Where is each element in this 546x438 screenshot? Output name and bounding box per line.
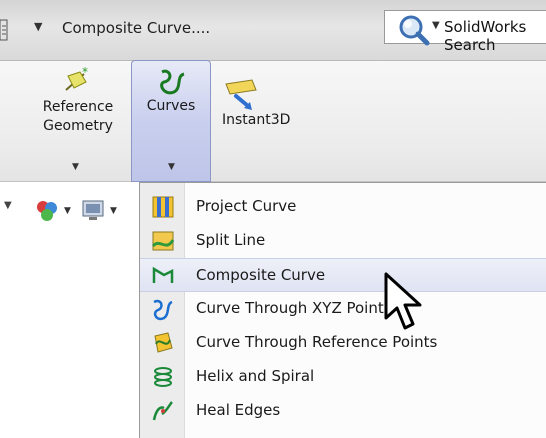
heal-edges-icon bbox=[152, 401, 173, 421]
svg-text:*: * bbox=[82, 66, 88, 79]
curve-ref-points-icon bbox=[154, 332, 173, 353]
search-label[interactable]: SolidWorks Search bbox=[444, 18, 546, 54]
project-curve-icon bbox=[152, 196, 174, 218]
menu-item-helix-and-spiral[interactable]: Helix and Spiral bbox=[140, 360, 546, 394]
menu-item-curve-through-reference-points[interactable]: Curve Through Reference Points bbox=[140, 326, 546, 360]
curves-label: Curves bbox=[146, 98, 196, 114]
display-style-dropdown-icon[interactable]: ▼ bbox=[110, 206, 117, 216]
menu-item-label: Project Curve bbox=[196, 197, 297, 215]
menu-item-label: Heal Edges bbox=[196, 401, 281, 419]
menu-item-composite-curve[interactable]: Composite Curve bbox=[140, 258, 546, 292]
split-line-icon bbox=[151, 231, 175, 251]
display-style-icon[interactable] bbox=[80, 198, 106, 224]
mouse-pointer-icon bbox=[384, 272, 422, 330]
document-title: Composite Curve.... bbox=[62, 19, 211, 37]
menu-item-curve-through-xyz-points[interactable]: Curve Through XYZ Points bbox=[140, 292, 546, 326]
composite-curve-icon bbox=[152, 266, 174, 283]
menu-item-label: Split Line bbox=[196, 231, 266, 249]
search-dropdown-arrow-icon[interactable]: ▼ bbox=[432, 20, 440, 31]
appearance-dropdown-icon[interactable]: ▼ bbox=[64, 206, 71, 216]
search-icon[interactable] bbox=[396, 12, 432, 48]
reference-geometry-icon: * bbox=[65, 66, 88, 91]
menu-item-label: Curve Through Reference Points bbox=[196, 333, 438, 351]
instant3d-icon[interactable] bbox=[222, 78, 262, 112]
curve-xyz-icon bbox=[153, 299, 173, 321]
curves-icon bbox=[160, 69, 185, 95]
appearance-icon[interactable] bbox=[34, 198, 60, 224]
reference-geometry-dropdown-icon[interactable]: ▼ bbox=[72, 162, 79, 172]
instant3d-label[interactable]: Instant3D bbox=[222, 112, 290, 128]
helix-icon bbox=[154, 367, 172, 387]
toolbar-dropdown-icon[interactable]: ▼ bbox=[4, 200, 12, 211]
menu-item-heal-edges[interactable]: Heal Edges bbox=[140, 394, 546, 428]
menu-grip-icon[interactable] bbox=[0, 18, 10, 42]
title-dropdown-arrow-icon[interactable]: ▼ bbox=[34, 20, 42, 33]
menu-item-label: Curve Through XYZ Points bbox=[196, 299, 392, 317]
menu-item-split-line[interactable]: Split Line bbox=[140, 224, 546, 258]
reference-geometry-label: Reference Geometry bbox=[42, 99, 114, 134]
curves-dropdown-icon[interactable]: ▼ bbox=[168, 162, 175, 172]
menu-item-label: Composite Curve bbox=[196, 266, 326, 284]
menu-item-project-curve[interactable]: Project Curve bbox=[140, 190, 546, 224]
menu-item-label: Helix and Spiral bbox=[196, 367, 315, 385]
